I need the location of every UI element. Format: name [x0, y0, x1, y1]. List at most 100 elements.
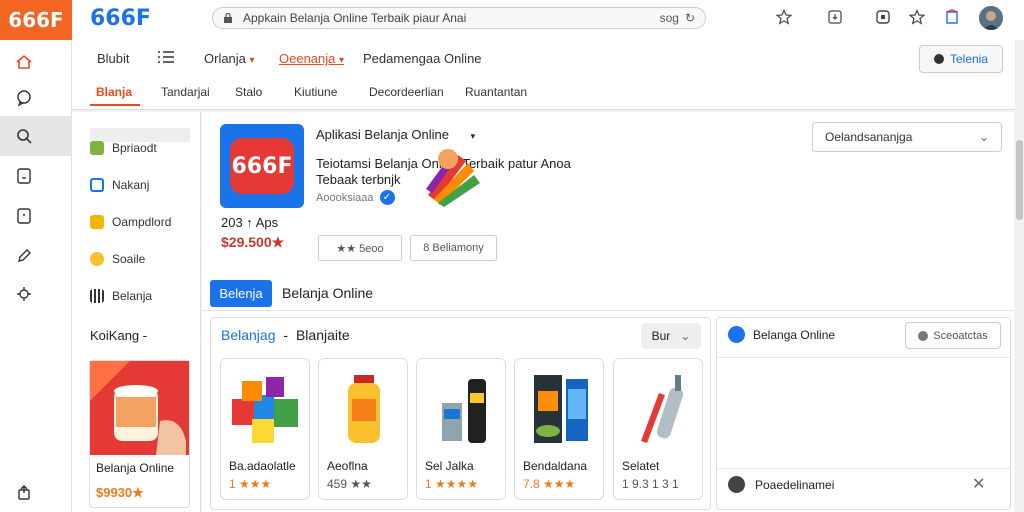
tab-stalo[interactable]: Stalo — [235, 85, 262, 99]
chevron-down-icon[interactable]: ▾ — [471, 131, 476, 141]
shopping-items-illustration — [426, 149, 480, 207]
leaf-icon — [90, 141, 104, 155]
promo-name: Belanja Online — [96, 461, 175, 475]
divider — [716, 468, 1011, 469]
sidebar-item-label: Soaile — [112, 252, 146, 266]
user-avatar[interactable] — [979, 6, 1003, 30]
sidebar-item-soaile[interactable]: Soaile — [90, 252, 145, 266]
login-button-label: Telenia — [949, 52, 989, 66]
app-developer[interactable]: Aoooksiaaa ✓ — [316, 190, 395, 205]
product-rating: 459 ★★ — [327, 477, 372, 491]
products-heading: Belanjag - Blanjaite — [221, 327, 350, 343]
tab-kiutiune[interactable]: Kiutiune — [294, 85, 337, 99]
right-panel-header: Belanga Online — [728, 326, 835, 343]
product-rating: 1 ★★★ — [229, 477, 272, 491]
app-logo[interactable]: 666F — [0, 0, 72, 40]
product-rating: 7.8 ★★★ — [523, 477, 576, 491]
divider — [202, 310, 1014, 311]
app-icon-text: 666F — [230, 138, 294, 194]
wallet-icon[interactable] — [12, 204, 36, 228]
home-icon[interactable] — [12, 50, 36, 74]
product-card[interactable]: Bendaldana 7.8 ★★★ — [514, 358, 604, 500]
sidebar-item-oampdlord[interactable]: Oampdlord — [90, 215, 171, 229]
divider — [716, 357, 1011, 358]
document-icon[interactable] — [12, 164, 36, 188]
product-card[interactable]: Ba.adaolatle 1 ★★★ — [220, 358, 310, 500]
product-name: Ba.adaolatle — [229, 459, 296, 473]
tab-underline — [90, 104, 140, 106]
promo-card[interactable]: Belanja Online $9930★ — [89, 360, 190, 508]
sidebar-item-label: Belanja — [112, 289, 153, 303]
download-icon[interactable] — [826, 8, 844, 26]
edit-icon[interactable] — [12, 244, 36, 268]
scrollbar-thumb[interactable] — [1016, 140, 1023, 220]
product-card[interactable]: Selatet 1 9.3 1 3 1 — [613, 358, 703, 500]
brand-title[interactable]: 666F — [90, 6, 151, 31]
settings-icon[interactable] — [12, 282, 36, 306]
sidebar-item-belanja[interactable]: Belanja — [90, 289, 152, 303]
share-icon[interactable] — [12, 480, 36, 504]
barcode-icon — [90, 289, 104, 303]
extension-icon[interactable] — [874, 8, 892, 26]
product-card[interactable]: Aeoflna 459 ★★ — [318, 358, 408, 500]
user-circle-icon — [933, 54, 944, 64]
app-meta: 203 ↑ Aps — [221, 215, 279, 230]
chevron-down-icon: ▾ — [339, 55, 345, 66]
sidebar-item-label: Oampdlord — [112, 215, 172, 229]
login-button[interactable]: Telenia — [919, 45, 1003, 73]
product-image — [534, 375, 588, 443]
url-bar[interactable]: Appkain Belanja Online Terbaik piaur Ana… — [212, 7, 706, 29]
product-name: Bendaldana — [523, 459, 588, 473]
nav-oeenanja-label: Oeenanja — [279, 51, 336, 66]
search-icon[interactable] — [12, 124, 36, 148]
product-card[interactable]: Sel Jalka 1 ★★★★ — [416, 358, 506, 500]
app-price: $29.500★ — [221, 234, 285, 250]
star-outline-icon[interactable] — [775, 8, 793, 26]
tab-decordeerlian[interactable]: Decordeerlian — [369, 85, 444, 99]
product-name: Sel Jalka — [425, 459, 474, 473]
sidebar-item-bpriaodt[interactable]: Bpriaodt — [90, 141, 157, 155]
developer-name: Aoooksiaaa — [316, 191, 374, 204]
category-select[interactable]: Oelandsananjga ⌄ — [812, 122, 1002, 152]
folder-icon — [90, 215, 104, 229]
product-rating: 1 9.3 1 3 1 — [622, 477, 679, 491]
bird-icon — [90, 178, 104, 192]
rating-button[interactable]: ★★ 5eoo — [318, 235, 402, 261]
review-button[interactable]: 8 Beliamony — [410, 235, 497, 261]
products-heading-prefix: Belanjag — [221, 327, 276, 343]
menu-icon[interactable] — [158, 51, 174, 66]
bookmark-star-icon[interactable] — [908, 8, 926, 26]
tab-blanja[interactable]: Blanja — [96, 85, 132, 99]
tab-ruantantan[interactable]: Ruantantan — [465, 85, 527, 99]
sidebar-item-nakanj[interactable]: Nakanj — [90, 178, 149, 192]
section-pill-button[interactable]: Belenja — [210, 280, 272, 307]
nav-item-online[interactable]: Pedamengaa Online — [363, 51, 482, 66]
right-panel-title: Belanga Online — [753, 327, 836, 342]
close-icon[interactable]: ✕ — [972, 474, 985, 494]
left-rail — [0, 40, 72, 512]
tab-tandarjai[interactable]: Tandarjai — [161, 85, 210, 99]
nav-orlanja-label: Orlanja — [204, 51, 246, 66]
app-icon[interactable]: 666F — [220, 124, 304, 208]
profile-card-icon[interactable] — [943, 8, 961, 26]
nav-item-orlanja[interactable]: Orlanja ▾ — [204, 51, 255, 66]
send-icon — [728, 326, 745, 343]
chevron-down-icon: ⌄ — [978, 130, 989, 144]
product-image — [442, 379, 486, 443]
scrollbar-track[interactable] — [1015, 40, 1024, 512]
product-image — [348, 375, 380, 443]
reload-icon[interactable]: ↻ — [685, 11, 695, 25]
url-text: Appkain Belanja Online Terbaik piaur Ana… — [243, 11, 467, 25]
right-panel-button[interactable]: Sceoatctas — [905, 322, 1001, 349]
product-rating: 1 ★★★★ — [425, 477, 479, 491]
sort-dropdown[interactable]: Bur ⌄ — [641, 323, 701, 349]
right-panel-footer[interactable]: Poaedelinamei — [728, 476, 834, 493]
products-heading-sep: - — [283, 327, 289, 343]
nav-item-oeenanja[interactable]: Oeenanja ▾ — [279, 51, 344, 66]
chat-icon[interactable] — [12, 86, 36, 110]
promo-price: $9930★ — [96, 485, 144, 500]
section-title: Belanja Online — [282, 285, 374, 301]
product-name: Aeoflna — [327, 459, 368, 473]
chevron-down-icon: ▾ — [249, 55, 255, 66]
nav-item-blubit[interactable]: Blubit — [97, 51, 130, 66]
